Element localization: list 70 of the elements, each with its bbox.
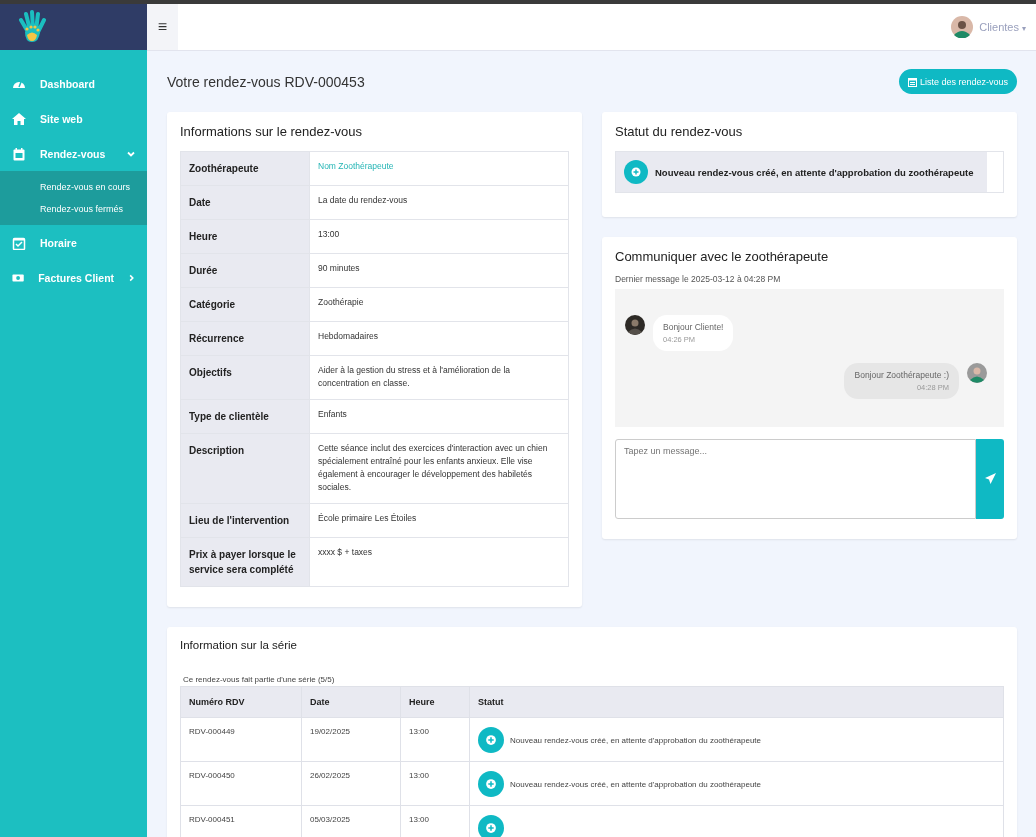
table-header-cell: Type de clientèle	[180, 399, 310, 434]
user-menu[interactable]: Clientes ▾	[979, 21, 1026, 33]
table-cell: Cette séance inclut des exercices d'interaction avec un chien spécialement entraîné pour les enfants anxieux. Elle vise également à encourager le développement des habiletés sociales.	[309, 433, 569, 504]
table-header-cell: Objectifs	[180, 355, 310, 400]
sidebar-item[interactable]: Rendez-vous	[0, 136, 147, 171]
send-icon	[984, 472, 996, 484]
table-header-cell: Date	[180, 185, 310, 220]
card-title: Communiquer avec le zoothérapeute	[615, 249, 830, 264]
table-header-cell: Durée	[180, 253, 310, 288]
table-cell: xxxx $ + taxes	[309, 537, 569, 587]
page-title: Votre rendez-vous RDV-000453	[167, 73, 365, 90]
table-cell: RDV-000450	[180, 761, 302, 806]
status-text: Nouveau rendez-vous créé, en attente d'approbation du zoothérapeute	[510, 779, 762, 789]
column-header: Heure	[400, 686, 470, 718]
message-text: Bonjour Cliente!	[663, 322, 724, 332]
chevron-right-icon	[128, 273, 135, 282]
table-cell: Enfants	[309, 399, 569, 434]
calendar-check-icon	[12, 235, 26, 250]
status-text: Nouveau rendez-vous créé, en attente d'approbation du zoothérapeute	[655, 165, 974, 180]
sidebar-item[interactable]: Factures Client	[0, 260, 147, 295]
table-cell: 26/02/2025	[301, 761, 401, 806]
therapist-link[interactable]: Nom Zoothérapeute	[309, 151, 569, 186]
column-header: Statut	[469, 686, 1004, 718]
avatar-icon	[967, 363, 987, 383]
card-title: Information sur la série	[180, 639, 298, 651]
status-text: Nouveau rendez-vous créé, en attente d'approbation du zoothérapeute	[510, 735, 762, 745]
table-cell: RDV-000449	[180, 717, 302, 762]
appointments-list-button[interactable]: Liste des rendez-vous	[898, 69, 1017, 94]
menu-button[interactable]: ≡	[147, 4, 178, 50]
submenu-item[interactable]: Rendez-vous fermés	[0, 198, 147, 220]
table-cell: Zoothérapie	[309, 287, 569, 322]
column-header: Date	[301, 686, 401, 718]
table-cell: Hebdomadaires	[309, 321, 569, 356]
sidebar-item[interactable]: Horaire	[0, 225, 147, 260]
table-cell: 13:00	[309, 219, 569, 254]
table-header-cell: Lieu de l'intervention	[180, 503, 310, 538]
table-header-cell: Catégorie	[180, 287, 310, 322]
table-header-cell: Description	[180, 433, 310, 504]
avatar-icon	[951, 16, 974, 38]
last-message-text: Dernier message le 2025-03-12 à 04:28 PM	[615, 274, 782, 284]
send-button[interactable]	[976, 439, 1004, 519]
message-input[interactable]: Tapez un message...	[615, 439, 976, 519]
card-title: Informations sur le rendez-vous	[180, 124, 364, 139]
plus-circle-icon	[624, 160, 648, 184]
table-cell: 90 minutes	[309, 253, 569, 288]
chevron-down-icon	[127, 149, 135, 158]
message-text: Bonjour Zoothérapeute :)	[854, 370, 949, 380]
plus-circle-icon	[478, 727, 504, 753]
table-header-cell: Heure	[180, 219, 310, 254]
submenu-item[interactable]: Rendez-vous en cours	[0, 176, 147, 198]
sidebar-item[interactable]: Dashboard	[0, 66, 147, 101]
column-header: Numéro RDV	[180, 686, 302, 718]
table-cell: Aider à la gestion du stress et à l'amélioration de la concentration en classe.	[309, 355, 569, 400]
table-cell: La date du rendez-vous	[309, 185, 569, 220]
table-cell: École primaire Les Étoiles	[309, 503, 569, 538]
sidebar-item[interactable]: Site web	[0, 101, 147, 136]
table-header-cell: Zoothérapeute	[180, 151, 310, 186]
card-title: Statut du rendez-vous	[615, 124, 744, 139]
series-note: Ce rendez-vous fait partie d'une série (5/5)	[182, 675, 336, 684]
calendar-icon	[12, 146, 26, 161]
home-icon	[12, 111, 26, 126]
plus-circle-icon	[478, 771, 504, 797]
table-header-cell: Prix à payer lorsque le service sera complété	[180, 537, 310, 587]
table-cell: 13:00	[400, 717, 470, 762]
avatar-icon	[625, 315, 645, 335]
table-cell: 19/02/2025	[301, 717, 401, 762]
calendar-icon	[907, 76, 917, 87]
table-cell: 13:00	[400, 761, 470, 806]
table-header-cell: Récurrence	[180, 321, 310, 356]
table-cell: RDV-000451	[180, 805, 302, 837]
